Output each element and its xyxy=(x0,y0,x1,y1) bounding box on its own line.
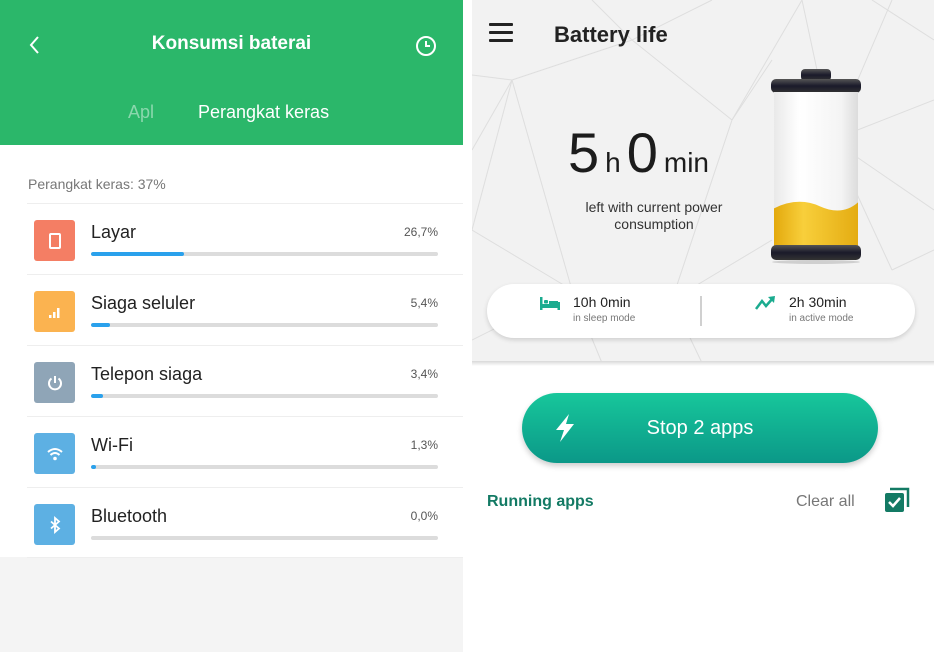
minutes-value: 0 xyxy=(626,121,658,184)
usage-bar-fill xyxy=(91,394,103,398)
usage-bar xyxy=(91,252,438,256)
screen: Konsumsi baterai Apl Perangkat keras Per… xyxy=(0,0,934,652)
hardware-list: Layar 26,7% Siaga seluler 5,4% Telepon s… xyxy=(27,203,463,558)
list-item[interactable]: Telepon siaga 3,4% xyxy=(27,345,463,416)
hamburger-menu-icon xyxy=(489,23,513,42)
hardware-summary: Perangkat keras: 37% xyxy=(28,176,166,192)
usage-bar-fill xyxy=(91,252,184,256)
page-title: Konsumsi baterai xyxy=(151,33,312,54)
stop-apps-button[interactable]: Stop 2 apps xyxy=(522,393,878,463)
clear-all-button[interactable]: Clear all xyxy=(796,493,855,511)
item-percent: 5,4% xyxy=(410,296,438,310)
wifi-icon xyxy=(46,447,63,460)
list-item[interactable]: Bluetooth 0,0% xyxy=(27,487,463,558)
time-remaining: 5 h 0 min xyxy=(568,120,715,185)
wifi-icon-box xyxy=(34,433,75,474)
battery-consumption-panel: Konsumsi baterai Apl Perangkat keras Per… xyxy=(0,0,463,652)
bluetooth-icon-box xyxy=(34,504,75,545)
menu-button[interactable] xyxy=(489,23,513,43)
signal-icon xyxy=(48,307,59,318)
usage-bar xyxy=(91,323,438,327)
select-all-checkbox[interactable] xyxy=(883,486,911,514)
sleep-mode-estimate: 10h 0min in sleep mode xyxy=(539,294,635,324)
tab-apl[interactable]: Apl xyxy=(128,102,154,123)
item-label: Wi-Fi xyxy=(91,435,133,455)
running-apps-heading: Running apps xyxy=(487,493,594,510)
sleep-mode-time: 10h 0min xyxy=(573,294,631,310)
item-percent: 1,3% xyxy=(410,438,438,452)
item-label: Telepon siaga xyxy=(91,364,203,384)
mode-estimates-card: 10h 0min in sleep mode 2h 30min in activ… xyxy=(487,284,915,338)
power-icon xyxy=(47,375,62,390)
list-item[interactable]: Wi-Fi 1,3% xyxy=(27,416,463,487)
list-item[interactable]: Layar 26,7% xyxy=(27,203,463,274)
item-label: Bluetooth xyxy=(91,506,168,526)
hours-unit: h xyxy=(605,147,621,178)
item-label: Layar xyxy=(91,222,137,242)
tab-hardware[interactable]: Perangkat keras xyxy=(198,102,329,123)
active-mode-label: in active mode xyxy=(789,313,854,324)
battery-life-panel: Battery life 5 h 0 min left with current… xyxy=(472,0,934,652)
item-percent: 0,0% xyxy=(410,509,438,523)
clock-icon xyxy=(416,36,436,56)
screen-icon xyxy=(48,232,61,249)
screen-icon-box xyxy=(34,220,75,261)
active-mode-time: 2h 30min xyxy=(789,294,847,310)
hours-value: 5 xyxy=(568,121,600,184)
usage-bar xyxy=(91,536,438,540)
history-button[interactable] xyxy=(414,34,438,58)
item-label: Siaga seluler xyxy=(91,293,196,313)
list-item[interactable]: Siaga seluler 5,4% xyxy=(27,274,463,345)
usage-bar xyxy=(91,394,438,398)
hardware-content: Perangkat keras: 37% Layar 26,7% Siaga s… xyxy=(0,145,463,558)
usage-bar-fill xyxy=(91,323,110,327)
active-mode-estimate: 2h 30min in active mode xyxy=(755,294,853,324)
power-icon-box xyxy=(34,362,75,403)
battery-summary-area: Battery life 5 h 0 min left with current… xyxy=(472,0,934,363)
stop-apps-label: Stop 2 apps xyxy=(646,417,754,439)
trending-up-icon xyxy=(755,296,775,310)
usage-bar-fill xyxy=(91,465,96,469)
divider xyxy=(700,296,702,326)
usage-bar xyxy=(91,465,438,469)
app-header: Konsumsi baterai Apl Perangkat keras xyxy=(0,0,463,145)
sleep-mode-label: in sleep mode xyxy=(573,313,636,324)
time-remaining-caption: left with current power consumption xyxy=(585,199,723,232)
section-divider xyxy=(472,361,934,366)
multi-checkbox-icon xyxy=(885,487,910,512)
signal-icon-box xyxy=(34,291,75,332)
bluetooth-icon xyxy=(49,515,60,534)
item-percent: 26,7% xyxy=(403,225,438,239)
page-title: Battery life xyxy=(554,22,668,47)
bed-icon xyxy=(540,297,560,310)
minutes-unit: min xyxy=(663,147,710,178)
battery-illustration-icon xyxy=(771,69,861,264)
item-percent: 3,4% xyxy=(410,367,438,381)
